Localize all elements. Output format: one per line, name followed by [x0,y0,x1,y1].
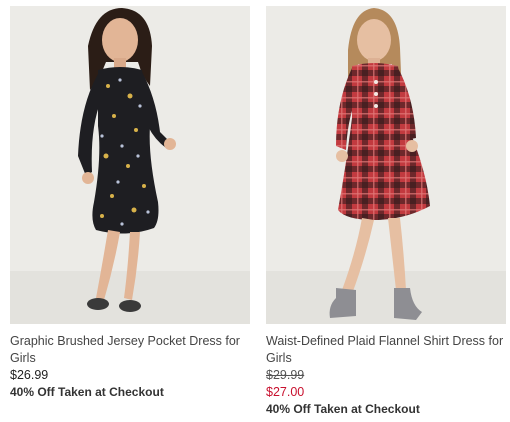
girl-in-plaid-shirt-dress-photo [266,6,506,324]
original-price: $29.99 [266,368,305,382]
product-image[interactable] [10,6,250,324]
promo-text: 40% Off Taken at Checkout [10,385,164,399]
product-image[interactable] [266,6,506,324]
product-card[interactable]: Graphic Brushed Jersey Pocket Dress for … [10,6,250,401]
product-title[interactable]: Waist-Defined Plaid Flannel Shirt Dress … [266,333,506,367]
product-grid: Graphic Brushed Jersey Pocket Dress for … [0,0,510,422]
girl-in-star-print-dress-photo [10,6,250,324]
sale-price: $27.00 [266,385,305,399]
product-title[interactable]: Graphic Brushed Jersey Pocket Dress for … [10,333,250,367]
product-price: $26.99 [10,368,49,382]
product-card[interactable]: Waist-Defined Plaid Flannel Shirt Dress … [266,6,506,418]
promo-text: 40% Off Taken at Checkout [266,402,420,416]
